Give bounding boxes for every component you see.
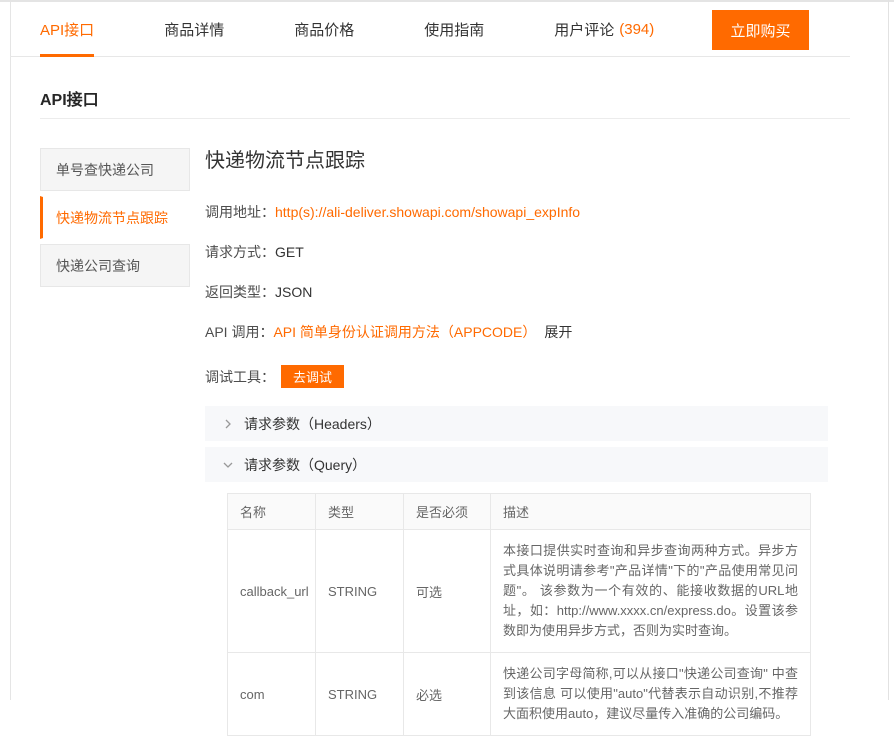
debug-tool-label: 调试工具： — [205, 367, 275, 387]
sidebar-item-express-company-query[interactable]: 快递公司查询 — [40, 244, 190, 287]
api-call-label: API 调用： — [205, 322, 273, 342]
col-required: 是否必须 — [404, 494, 491, 530]
tab-user-reviews[interactable]: 用户评论 (394) — [554, 2, 654, 56]
product-tab-bar: API接口 商品详情 商品价格 使用指南 用户评论 (394) 立即购买 — [10, 2, 850, 57]
param-description: 本接口提供实时查询和异步查询两种方式。异步方式具体说明请参考"产品详情"下的"产… — [491, 530, 811, 653]
return-type-label: 返回类型： — [205, 282, 275, 302]
page-right-border — [888, 0, 889, 700]
request-method-value: GET — [275, 244, 304, 260]
query-panel-title: 请求参数（Query） — [244, 455, 366, 475]
expand-toggle[interactable]: 展开 — [544, 322, 572, 342]
api-title: 快递物流节点跟踪 — [205, 144, 365, 173]
query-params-panel[interactable]: 请求参数（Query） — [205, 447, 828, 482]
tab-product-detail[interactable]: 商品详情 — [164, 2, 224, 56]
table-header-row: 名称 类型 是否必须 描述 — [228, 494, 811, 530]
request-method-label: 请求方式： — [205, 242, 275, 262]
headers-params-panel[interactable]: 请求参数（Headers） — [205, 406, 828, 441]
param-name: callback_url — [228, 530, 316, 653]
col-name: 名称 — [228, 494, 316, 530]
param-required: 可选 — [404, 530, 491, 653]
col-type: 类型 — [316, 494, 404, 530]
debug-tool-row: 调试工具： 去调试 — [205, 365, 344, 388]
request-method-row: 请求方式： GET — [205, 242, 304, 262]
return-type-row: 返回类型： JSON — [205, 282, 312, 302]
param-description: 快递公司字母简称,可以从接口"快递公司查询" 中查到该信息 可以使用"auto"… — [491, 653, 811, 736]
col-description: 描述 — [491, 494, 811, 530]
table-row: callback_url STRING 可选 本接口提供实时查询和异步查询两种方… — [228, 530, 811, 653]
param-type: STRING — [316, 530, 404, 653]
tab-user-reviews-label: 用户评论 — [554, 19, 614, 40]
sidebar-item-express-node-tracking[interactable]: 快递物流节点跟踪 — [40, 196, 190, 239]
sidebar-item-query-company-by-number[interactable]: 单号查快递公司 — [40, 148, 190, 191]
page-left-border — [10, 2, 11, 700]
buy-now-button[interactable]: 立即购买 — [712, 10, 809, 50]
chevron-down-icon — [223, 460, 233, 470]
return-type-value: JSON — [275, 284, 312, 300]
param-name: com — [228, 653, 316, 736]
page-title: API接口 — [40, 86, 99, 110]
api-address-label: 调用地址： — [205, 202, 275, 222]
api-address-link[interactable]: http(s)://ali-deliver.showapi.com/showap… — [275, 204, 580, 220]
tab-api[interactable]: API接口 — [40, 2, 94, 56]
tab-product-price[interactable]: 商品价格 — [294, 2, 354, 56]
headers-panel-title: 请求参数（Headers） — [244, 414, 381, 434]
go-debug-button[interactable]: 去调试 — [281, 365, 344, 388]
api-address-row: 调用地址： http(s)://ali-deliver.showapi.com/… — [205, 202, 580, 222]
title-divider — [40, 118, 850, 119]
review-count-badge: (394) — [619, 21, 654, 38]
appcode-auth-link[interactable]: API 简单身份认证调用方法（APPCODE） — [273, 322, 536, 342]
param-required: 必选 — [404, 653, 491, 736]
param-type: STRING — [316, 653, 404, 736]
table-row: com STRING 必选 快递公司字母简称,可以从接口"快递公司查询" 中查到… — [228, 653, 811, 736]
chevron-right-icon — [223, 419, 233, 429]
tab-usage-guide[interactable]: 使用指南 — [424, 2, 484, 56]
api-call-row: API 调用： API 简单身份认证调用方法（APPCODE） 展开 — [205, 322, 572, 342]
